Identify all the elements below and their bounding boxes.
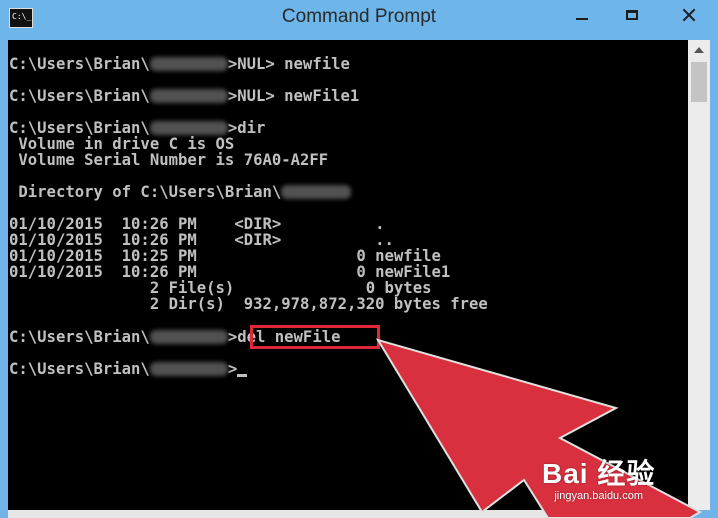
text-cursor <box>237 374 248 377</box>
console-line: Volume Serial Number is 76A0-A2FF <box>9 151 329 169</box>
console-line: 2 Dir(s) 932,978,872,320 bytes free <box>9 295 488 313</box>
console-output[interactable]: C:\Users\Brian\ >NUL> newfile C:\Users\Br… <box>8 40 688 510</box>
maximize-button[interactable] <box>608 0 656 30</box>
redacted-username <box>149 121 228 135</box>
close-icon <box>682 8 696 22</box>
minimize-icon <box>576 18 588 20</box>
baidu-watermark: Bai 经验 jingyan.baidu.com <box>542 452 655 502</box>
close-button[interactable] <box>660 0 718 30</box>
redacted-username <box>149 57 228 71</box>
watermark-brand: Bai 经验 <box>542 458 656 489</box>
console-line: 01/10/2015 10:26 PM 0 newFile1 <box>9 263 451 281</box>
console-line: C:\Users\Brian\ >NUL> newfile <box>9 55 350 73</box>
redacted-username <box>149 330 228 344</box>
title-bar[interactable]: C:\_ Command Prompt <box>0 0 718 40</box>
minimize-button[interactable] <box>558 0 606 30</box>
console-line: 01/10/2015 10:26 PM <DIR> .. <box>9 231 394 249</box>
console-line: 2 File(s) 0 bytes <box>9 279 432 297</box>
redacted-username <box>149 362 228 376</box>
scroll-up-button[interactable] <box>688 40 710 60</box>
watermark-url: jingyan.baidu.com <box>554 490 644 502</box>
horizontal-scrollbar[interactable] <box>8 510 688 518</box>
vertical-scrollbar[interactable] <box>688 40 710 510</box>
console-line: C:\Users\Brian\ >NUL> newFile1 <box>9 87 360 105</box>
console-line: C:\Users\Brian\ >dir <box>9 119 266 137</box>
console-line: 01/10/2015 10:25 PM 0 newfile <box>9 247 441 265</box>
arrow-up-icon <box>694 47 704 53</box>
redacted-username <box>281 185 352 199</box>
console-line: 01/10/2015 10:26 PM <DIR> . <box>9 215 385 233</box>
console-line: Directory of C:\Users\Brian\ <box>9 184 352 200</box>
redacted-username <box>149 89 228 103</box>
highlighted-command-box <box>250 325 380 349</box>
maximize-icon <box>626 10 638 20</box>
scroll-thumb[interactable] <box>691 62 707 102</box>
console-prompt-line: C:\Users\Brian\ > <box>9 361 248 377</box>
console-line: Volume in drive C is OS <box>9 135 235 153</box>
